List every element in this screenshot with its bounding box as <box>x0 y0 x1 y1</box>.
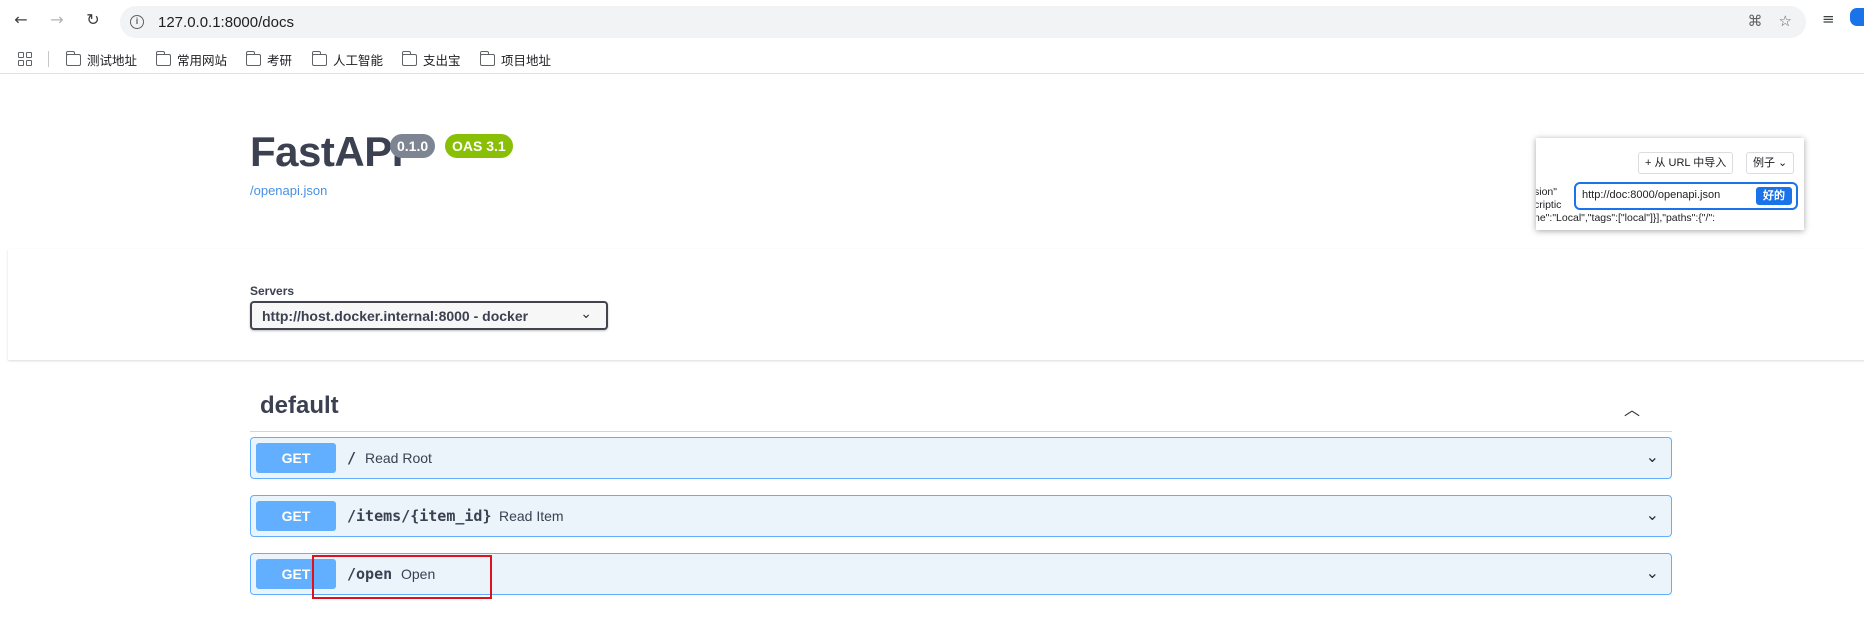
chevron-down-icon[interactable]: ⌄ <box>1646 505 1659 524</box>
chevron-down-icon: ⌄ <box>580 306 592 322</box>
operation-path: / <box>347 449 357 467</box>
operation-get-root[interactable]: GET / Read Root ⌄ <box>250 437 1672 479</box>
bookmark-folder[interactable]: 考研 <box>245 50 293 69</box>
bookmark-folder[interactable]: 常用网站 <box>155 50 228 69</box>
url-input[interactable]: http://doc:8000/openapi.json 好的 <box>1574 182 1798 210</box>
bookmark-label: 人工智能 <box>333 54 384 68</box>
operation-get-item[interactable]: GET /items/{item_id} Read Item ⌄ <box>250 495 1672 537</box>
highlight-box <box>312 555 492 599</box>
servers-selected-value: http://host.docker.internal:8000 - docke… <box>262 308 529 324</box>
folder-icon <box>401 50 417 66</box>
tag-title[interactable]: default <box>260 392 339 420</box>
forward-icon[interactable]: → <box>46 8 68 30</box>
reading-list-icon[interactable]: ≡ <box>1822 10 1835 28</box>
tag-divider <box>250 431 1672 432</box>
chevron-down-icon[interactable]: ⌄ <box>1646 447 1659 466</box>
bookmark-folder[interactable]: 项目地址 <box>479 50 552 69</box>
site-info-icon[interactable]: i <box>130 15 144 29</box>
address-bar[interactable]: i 127.0.0.1:8000/docs ⌘ ☆ <box>120 6 1806 38</box>
bookmarks-divider <box>48 51 49 67</box>
bookmark-label: 支出宝 <box>423 54 461 68</box>
folder-icon <box>245 50 261 66</box>
folder-icon <box>65 50 81 66</box>
apps-grid-icon[interactable] <box>18 52 32 66</box>
examples-dropdown[interactable]: 例子 ⌄ <box>1746 152 1795 174</box>
method-badge: GET <box>256 501 336 531</box>
bookmark-label: 测试地址 <box>87 54 138 68</box>
api-title: FastAPI <box>250 128 403 175</box>
folder-icon <box>311 50 327 66</box>
servers-select[interactable]: http://host.docker.internal:8000 - docke… <box>250 301 608 330</box>
bookmark-folder[interactable]: 人工智能 <box>311 50 384 69</box>
oas-badge: OAS 3.1 <box>445 134 513 158</box>
ok-button[interactable]: 好的 <box>1756 187 1792 205</box>
profile-avatar[interactable] <box>1850 8 1864 26</box>
import-from-url-button[interactable]: + 从 URL 中导入 <box>1638 152 1734 174</box>
chevron-up-icon[interactable]: ︿ <box>1624 396 1640 420</box>
folder-icon <box>155 50 171 66</box>
bookmark-folder[interactable]: 测试地址 <box>65 50 138 69</box>
reload-icon[interactable]: ↻ <box>82 8 104 30</box>
bookmark-folder[interactable]: 支出宝 <box>401 50 461 69</box>
code-line: ne":"Local","tags":["local"]}],"paths":{… <box>1536 212 1716 224</box>
bookmark-label: 常用网站 <box>177 54 228 68</box>
translate-icon[interactable]: ⌘ <box>1748 12 1763 30</box>
folder-icon <box>479 50 495 66</box>
bookmark-label: 考研 <box>267 54 293 68</box>
openapi-json-link[interactable]: /openapi.json <box>250 183 327 198</box>
version-badge: 0.1.0 <box>390 134 436 158</box>
chevron-down-icon[interactable]: ⌄ <box>1646 563 1659 582</box>
operation-path: /items/{item_id} <box>347 507 492 525</box>
operation-summary: Read Root <box>365 450 432 466</box>
back-icon[interactable]: ← <box>10 8 32 30</box>
servers-label: Servers <box>250 284 295 298</box>
address-url[interactable]: 127.0.0.1:8000/docs <box>158 14 294 31</box>
operation-summary: Read Item <box>499 508 564 524</box>
bookmarks-bar: 测试地址 常用网站 考研 人工智能 支出宝 项目地址 <box>0 44 1864 74</box>
bookmark-star-icon[interactable]: ☆ <box>1779 12 1792 30</box>
browser-toolbar: ← → ↻ i 127.0.0.1:8000/docs ⌘ ☆ ≡ <box>0 0 1864 38</box>
method-badge: GET <box>256 443 336 473</box>
url-input-value[interactable]: http://doc:8000/openapi.json <box>1582 189 1720 201</box>
import-url-popup: + 从 URL 中导入 例子 ⌄ sion" criptic ne":"Local"… <box>1536 138 1804 230</box>
bookmark-label: 项目地址 <box>501 54 552 68</box>
